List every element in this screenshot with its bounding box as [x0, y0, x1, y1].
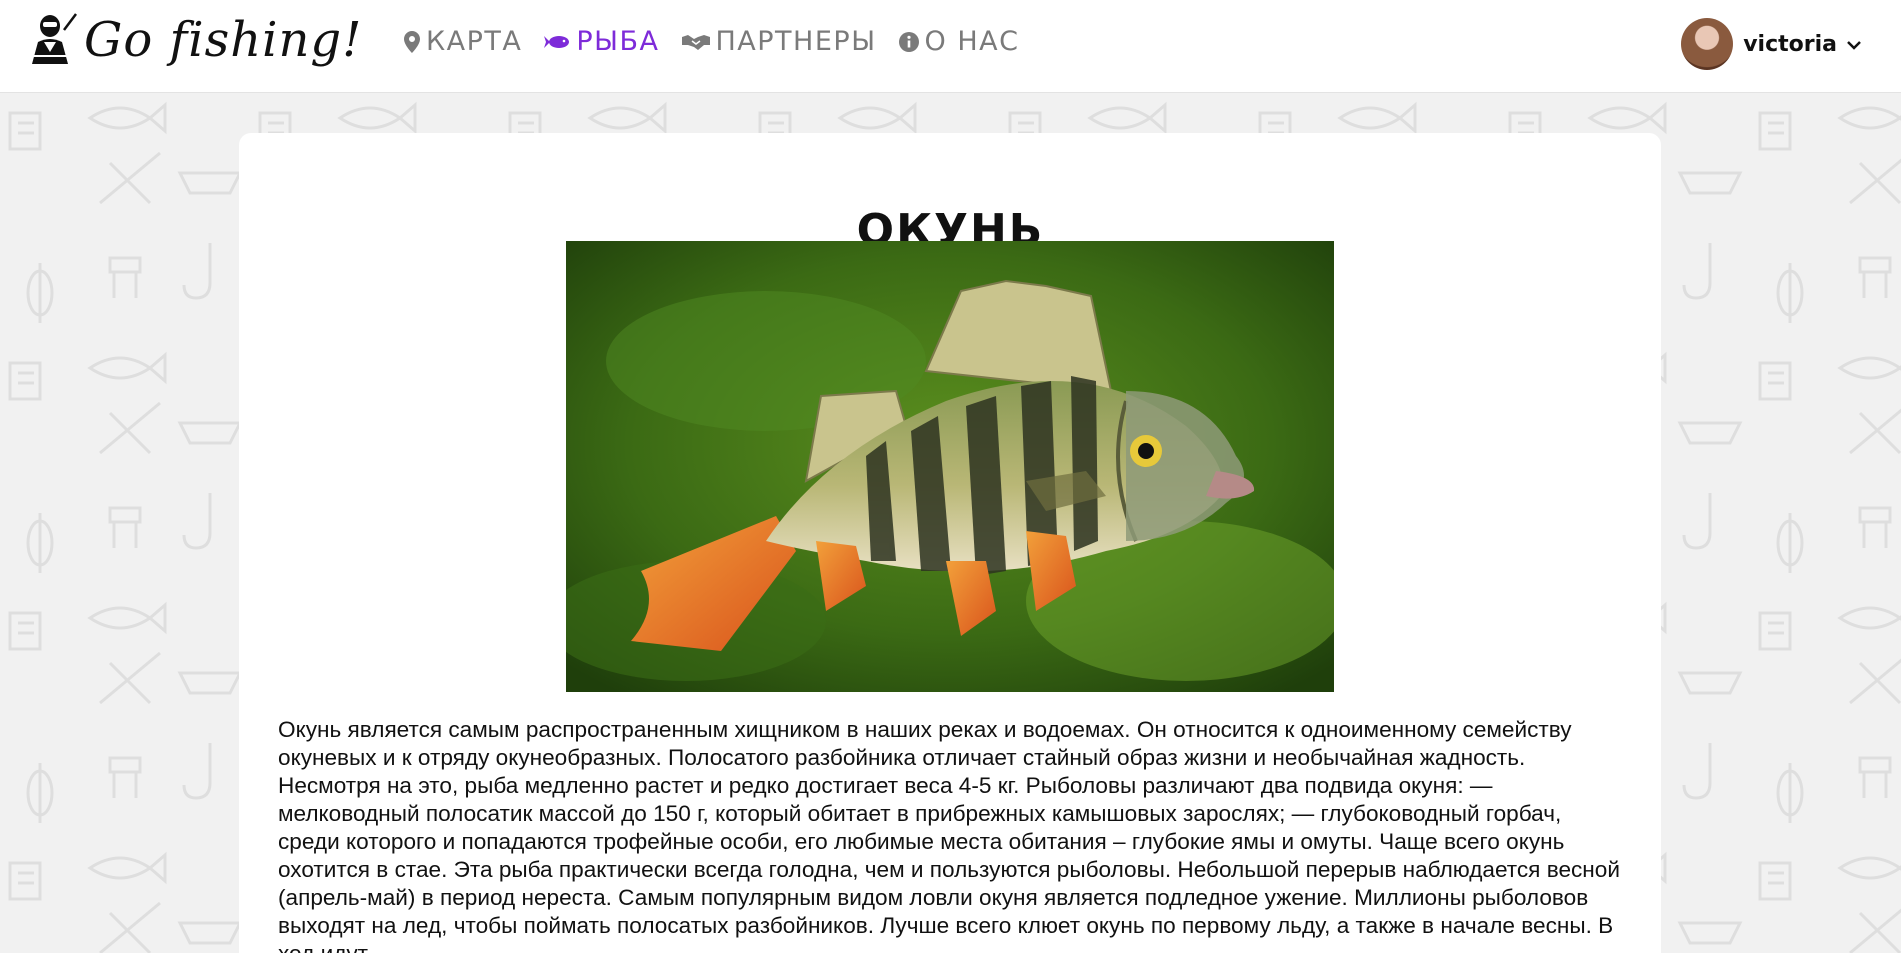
fish-icon — [544, 34, 570, 50]
fish-description: Окунь является самым распространенным хи… — [278, 717, 1620, 953]
site-header: Go fishing! КАРТА РЫБА ПАРТНЕРЫ О НАС vi… — [0, 0, 1901, 93]
nav-item-label: КАРТА — [426, 26, 523, 57]
user-name: victoria — [1743, 31, 1837, 57]
nav-item-partners[interactable]: ПАРТНЕРЫ — [681, 26, 877, 57]
nav-item-about[interactable]: О НАС — [898, 26, 1020, 57]
info-circle-icon — [898, 31, 919, 52]
user-menu[interactable]: victoria — [1681, 18, 1861, 70]
nav-item-label: РЫБА — [576, 26, 660, 57]
handshake-icon — [681, 33, 710, 51]
brand-logo[interactable]: Go fishing! — [26, 10, 362, 70]
chevron-down-icon — [1847, 35, 1861, 54]
map-marker-icon — [404, 30, 420, 53]
nav-item-fish[interactable]: РЫБА — [544, 26, 659, 57]
nav-item-map[interactable]: КАРТА — [404, 26, 522, 57]
fish-photo — [566, 241, 1334, 692]
nav-item-label: О НАС — [924, 26, 1020, 57]
avatar — [1681, 18, 1734, 70]
fisherman-icon — [26, 12, 78, 68]
nav-item-label: ПАРТНЕРЫ — [715, 26, 877, 57]
brand-name: Go fishing! — [84, 12, 363, 68]
main-nav: КАРТА РЫБА ПАРТНЕРЫ О НАС — [404, 26, 1019, 57]
